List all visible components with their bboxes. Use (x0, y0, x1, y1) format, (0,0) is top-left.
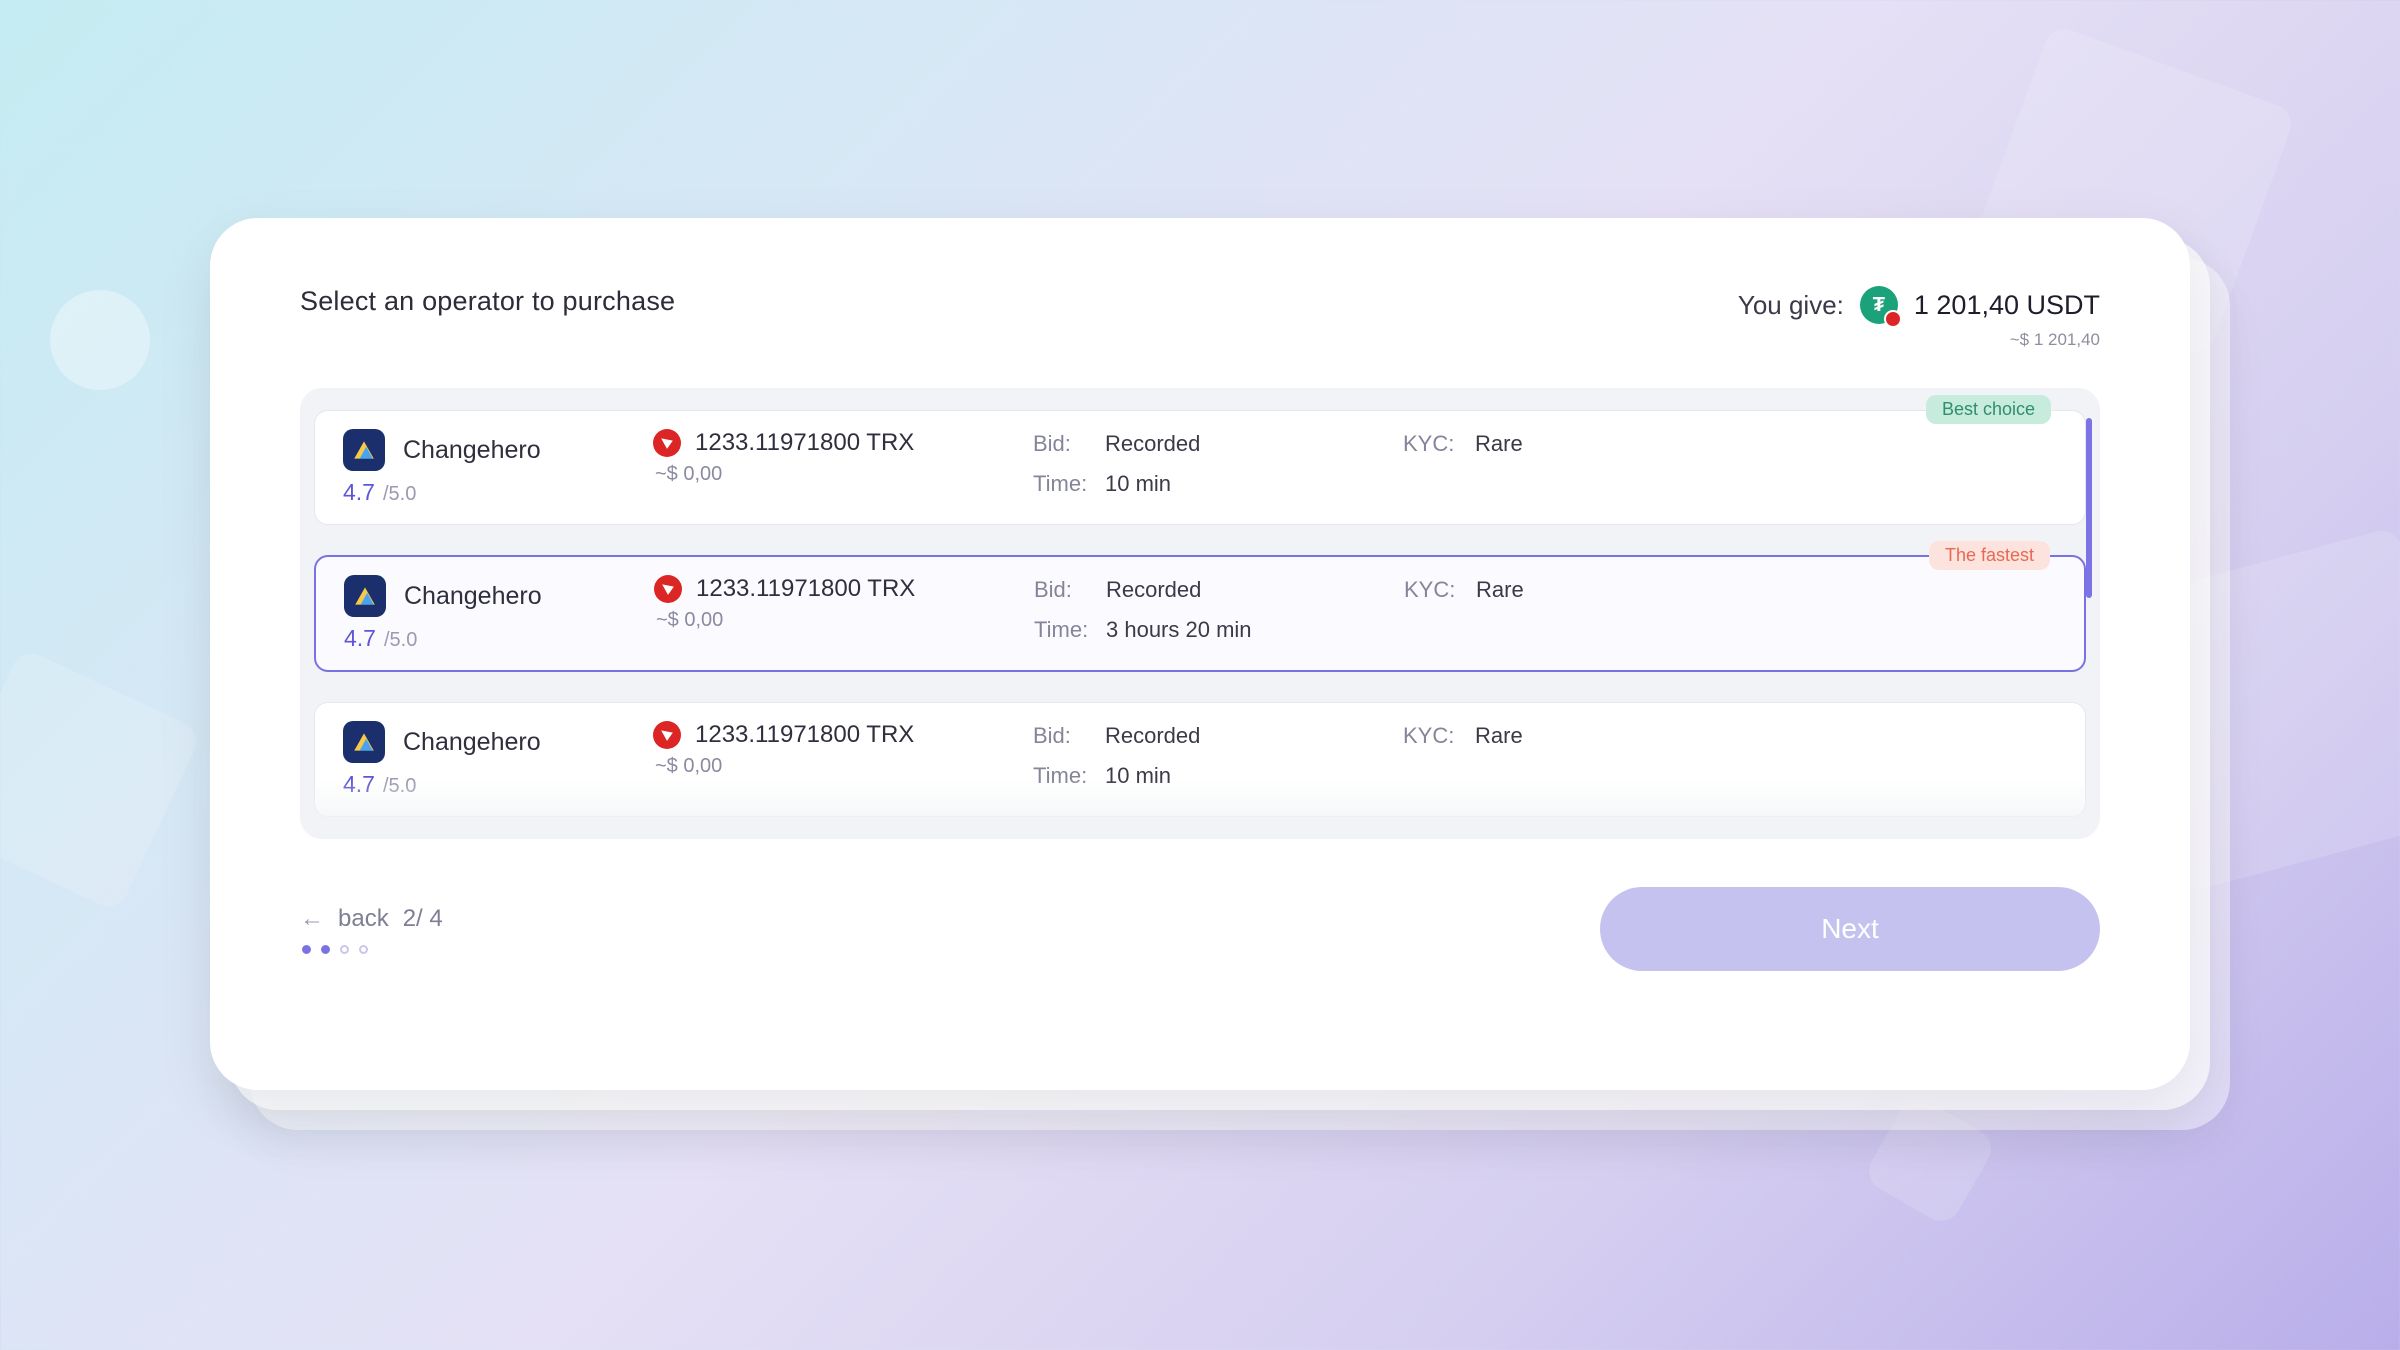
you-give-approx: ~$ 1 201,40 (1738, 330, 2100, 350)
bid-value: Recorded (1105, 431, 1200, 457)
page-title: Select an operator to purchase (300, 286, 675, 317)
receive-approx: ~$ 0,00 (656, 609, 1024, 632)
trx-icon (654, 575, 682, 603)
bid-label: Bid: (1033, 431, 1093, 457)
you-give-label: You give: (1738, 290, 1844, 321)
kyc-label: KYC: (1404, 577, 1464, 603)
time-label: Time: (1034, 617, 1094, 643)
step-dots (302, 945, 443, 954)
operator-logo-icon (343, 721, 385, 763)
operator-logo-icon (343, 429, 385, 471)
kyc-value: Rare (1475, 723, 1523, 749)
bid-label: Bid: (1034, 577, 1094, 603)
card-stack: Select an operator to purchase You give:… (210, 218, 2190, 1090)
back-button[interactable]: ← back 2/ 4 (300, 905, 443, 933)
operator-row[interactable]: The fastest Changehero 4.7/5.0 1233.1197… (314, 555, 2086, 672)
back-label: back (338, 905, 389, 933)
usdt-icon: ₮ (1860, 286, 1898, 324)
receive-amount: 1233.11971800 TRX (695, 429, 914, 457)
operator-name: Changehero (403, 436, 541, 465)
trx-icon (653, 721, 681, 749)
kyc-value: Rare (1475, 431, 1523, 457)
kyc-label: KYC: (1403, 431, 1463, 457)
time-value: 3 hours 20 min (1106, 617, 1252, 643)
next-button[interactable]: Next (1600, 887, 2100, 971)
bid-value: Recorded (1106, 577, 1201, 603)
kyc-value: Rare (1476, 577, 1524, 603)
kyc-label: KYC: (1403, 723, 1463, 749)
bid-value: Recorded (1105, 723, 1200, 749)
trx-icon (653, 429, 681, 457)
operator-rating: 4.7/5.0 (344, 625, 644, 652)
you-give-amount: 1 201,40 USDT (1914, 290, 2100, 321)
time-label: Time: (1033, 763, 1093, 789)
operator-name: Changehero (404, 582, 542, 611)
operator-name: Changehero (403, 728, 541, 757)
bid-label: Bid: (1033, 723, 1093, 749)
operator-rating: 4.7/5.0 (343, 479, 643, 506)
fastest-badge: The fastest (1929, 541, 2050, 570)
time-label: Time: (1033, 471, 1093, 497)
footer: ← back 2/ 4 Next (300, 887, 2100, 971)
operator-logo-icon (344, 575, 386, 617)
step-indicator: 2/ 4 (403, 905, 443, 933)
receive-approx: ~$ 0,00 (655, 755, 1023, 778)
best-choice-badge: Best choice (1926, 395, 2051, 424)
operator-rating: 4.7/5.0 (343, 771, 643, 798)
scrollbar[interactable] (2086, 418, 2092, 598)
time-value: 10 min (1105, 763, 1171, 789)
you-give-summary: You give: ₮ 1 201,40 USDT ~$ 1 201,40 (1738, 286, 2100, 350)
main-card: Select an operator to purchase You give:… (210, 218, 2190, 1090)
operator-row[interactable]: Changehero 4.7/5.0 1233.11971800 TRX ~$ … (314, 702, 2086, 817)
time-value: 10 min (1105, 471, 1171, 497)
receive-approx: ~$ 0,00 (655, 463, 1023, 486)
receive-amount: 1233.11971800 TRX (696, 575, 915, 603)
header: Select an operator to purchase You give:… (300, 286, 2100, 350)
receive-amount: 1233.11971800 TRX (695, 721, 914, 749)
operator-list: Best choice Changehero 4.7/5.0 1233.1197… (300, 388, 2100, 839)
operator-row[interactable]: Best choice Changehero 4.7/5.0 1233.1197… (314, 410, 2086, 525)
arrow-left-icon: ← (300, 905, 324, 933)
